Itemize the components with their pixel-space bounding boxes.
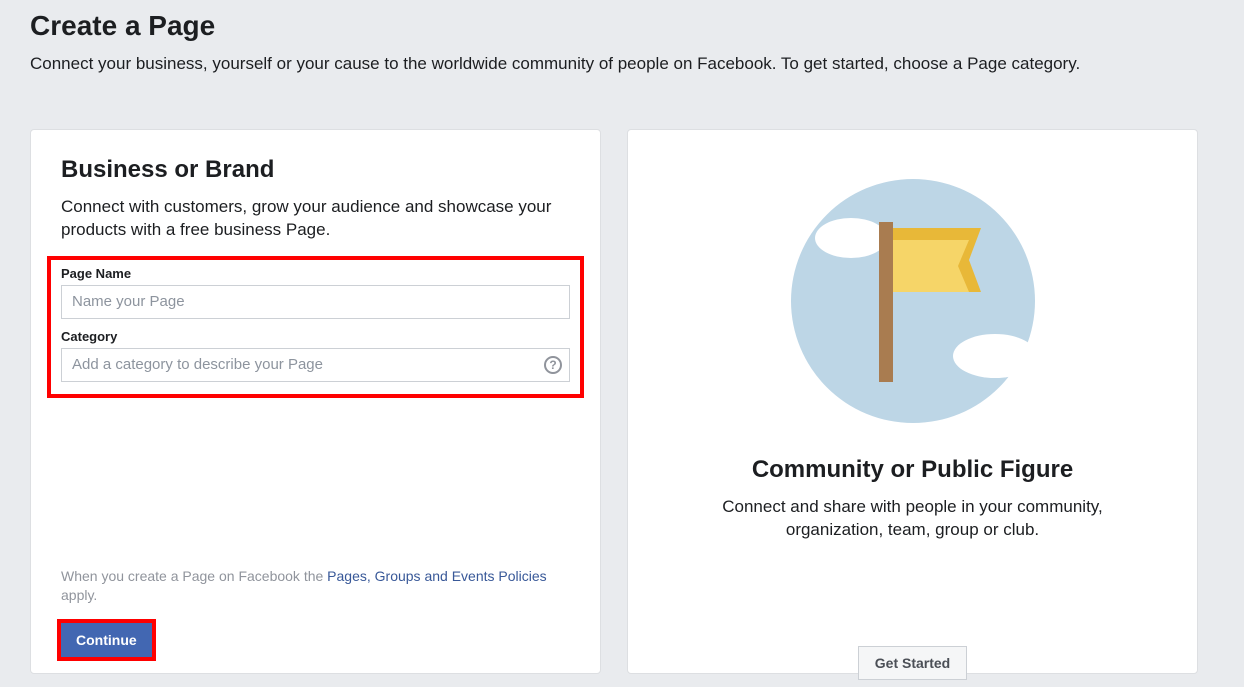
page-name-group: Page Name — [61, 266, 570, 319]
business-card-desc: Connect with customers, grow your audien… — [61, 196, 570, 242]
page-subtitle: Connect your business, yourself or your … — [30, 54, 1214, 74]
policy-prefix: When you create a Page on Facebook the — [61, 568, 327, 584]
policy-text: When you create a Page on Facebook the P… — [61, 567, 570, 605]
community-card: Community or Public Figure Connect and s… — [627, 129, 1198, 674]
policy-link[interactable]: Pages, Groups and Events Policies — [327, 568, 546, 584]
category-input[interactable] — [61, 348, 570, 382]
cards-container: Business or Brand Connect with customers… — [0, 129, 1244, 674]
policy-suffix: apply. — [61, 587, 97, 603]
page-name-label: Page Name — [61, 266, 570, 281]
category-group: Category ? — [61, 329, 570, 382]
community-card-desc: Connect and share with people in your co… — [658, 496, 1167, 542]
business-card-title: Business or Brand — [61, 156, 570, 184]
community-card-title: Community or Public Figure — [658, 456, 1167, 484]
help-icon[interactable]: ? — [544, 356, 562, 374]
flag-illustration — [783, 166, 1043, 426]
page-header: Create a Page Connect your business, you… — [0, 10, 1244, 74]
page-name-input[interactable] — [61, 285, 570, 319]
category-input-wrap: ? — [61, 348, 570, 382]
business-brand-card: Business or Brand Connect with customers… — [30, 129, 601, 674]
get-started-button[interactable]: Get Started — [858, 646, 967, 680]
continue-button[interactable]: Continue — [61, 623, 152, 657]
highlight-box-continue: Continue — [57, 619, 156, 661]
highlight-box-form: Page Name Category ? — [47, 256, 584, 398]
page-title: Create a Page — [30, 10, 1214, 42]
category-label: Category — [61, 329, 570, 344]
